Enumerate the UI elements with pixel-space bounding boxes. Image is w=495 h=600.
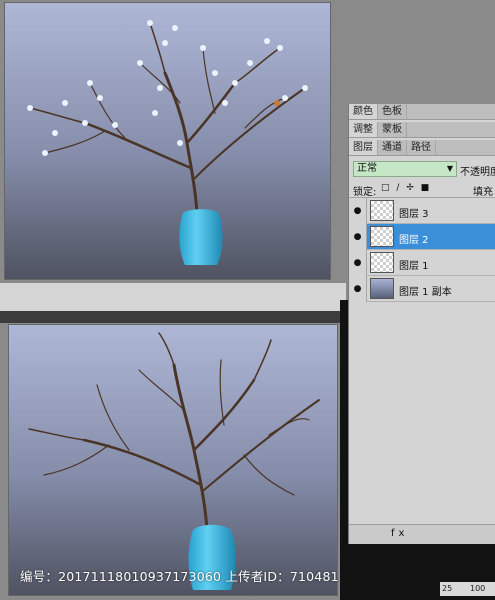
watermark-text: 编号：20171118010937173060 上传者ID：710481 bbox=[20, 569, 339, 584]
layers-panel: 颜色 色板 调整 蒙板 图层 通道 路径 正常 ▼ 不透明度: 锁定: □ ∕ … bbox=[348, 104, 495, 544]
canvas-bottom[interactable] bbox=[8, 324, 338, 596]
layer-name: 图层 3 bbox=[399, 209, 429, 220]
layer-thumbnail bbox=[370, 200, 394, 221]
blend-mode-value: 正常 bbox=[357, 163, 377, 174]
tab-row-layers: 图层 通道 路径 bbox=[349, 140, 495, 156]
eye-icon[interactable]: ● bbox=[349, 250, 367, 276]
layers-panel-footer: fx bbox=[349, 524, 495, 544]
lock-label: 锁定: bbox=[353, 187, 377, 198]
fx-icon[interactable]: fx bbox=[391, 528, 408, 539]
ruler: 25 100 bbox=[440, 582, 495, 596]
eye-icon[interactable]: ● bbox=[349, 198, 367, 224]
blend-mode-select[interactable]: 正常 ▼ bbox=[353, 161, 457, 177]
chevron-down-icon: ▼ bbox=[446, 164, 453, 173]
tab-row-adjust: 调整 蒙板 bbox=[349, 122, 495, 138]
opacity-label: 不透明度: bbox=[460, 167, 495, 178]
workspace-gap bbox=[0, 283, 346, 311]
tab-channels[interactable]: 通道 bbox=[378, 140, 407, 155]
layer-row-3[interactable]: ● 图层 3 bbox=[349, 198, 495, 224]
ruler-tick: 25 bbox=[442, 584, 453, 593]
layer-row-1-copy[interactable]: ● 图层 1 副本 bbox=[349, 276, 495, 302]
eye-icon[interactable]: ● bbox=[349, 276, 367, 302]
lock-options-icon[interactable]: □ ∕ ✢ ■ bbox=[381, 183, 431, 193]
fill-label: 填充 bbox=[473, 187, 493, 198]
layer-name: 图层 1 副本 bbox=[399, 287, 452, 298]
tab-paths[interactable]: 路径 bbox=[407, 140, 436, 155]
eye-icon[interactable]: ● bbox=[349, 224, 367, 250]
tab-adjustments[interactable]: 调整 bbox=[349, 122, 378, 137]
tab-masks[interactable]: 蒙板 bbox=[378, 122, 407, 137]
layer-name: 图层 2 bbox=[399, 235, 429, 246]
lock-row: 锁定: □ ∕ ✢ ■ 填充 bbox=[349, 180, 495, 198]
ruler-tick: 100 bbox=[470, 584, 486, 593]
layer-thumbnail bbox=[370, 278, 394, 299]
layer-thumbnail bbox=[370, 226, 394, 247]
workspace-dark-strip bbox=[0, 311, 346, 323]
layer-row-1[interactable]: ● 图层 1 bbox=[349, 250, 495, 276]
tab-color[interactable]: 颜色 bbox=[349, 104, 378, 119]
blend-mode-row: 正常 ▼ 不透明度: bbox=[349, 158, 495, 180]
tab-layers[interactable]: 图层 bbox=[349, 140, 378, 155]
tab-row-color: 颜色 色板 bbox=[349, 104, 495, 120]
layer-row-2[interactable]: ● 图层 2 bbox=[349, 224, 495, 250]
layer-name: 图层 1 bbox=[399, 261, 429, 272]
canvas-top[interactable] bbox=[4, 2, 331, 280]
layer-thumbnail bbox=[370, 252, 394, 273]
tab-swatches[interactable]: 色板 bbox=[378, 104, 407, 119]
